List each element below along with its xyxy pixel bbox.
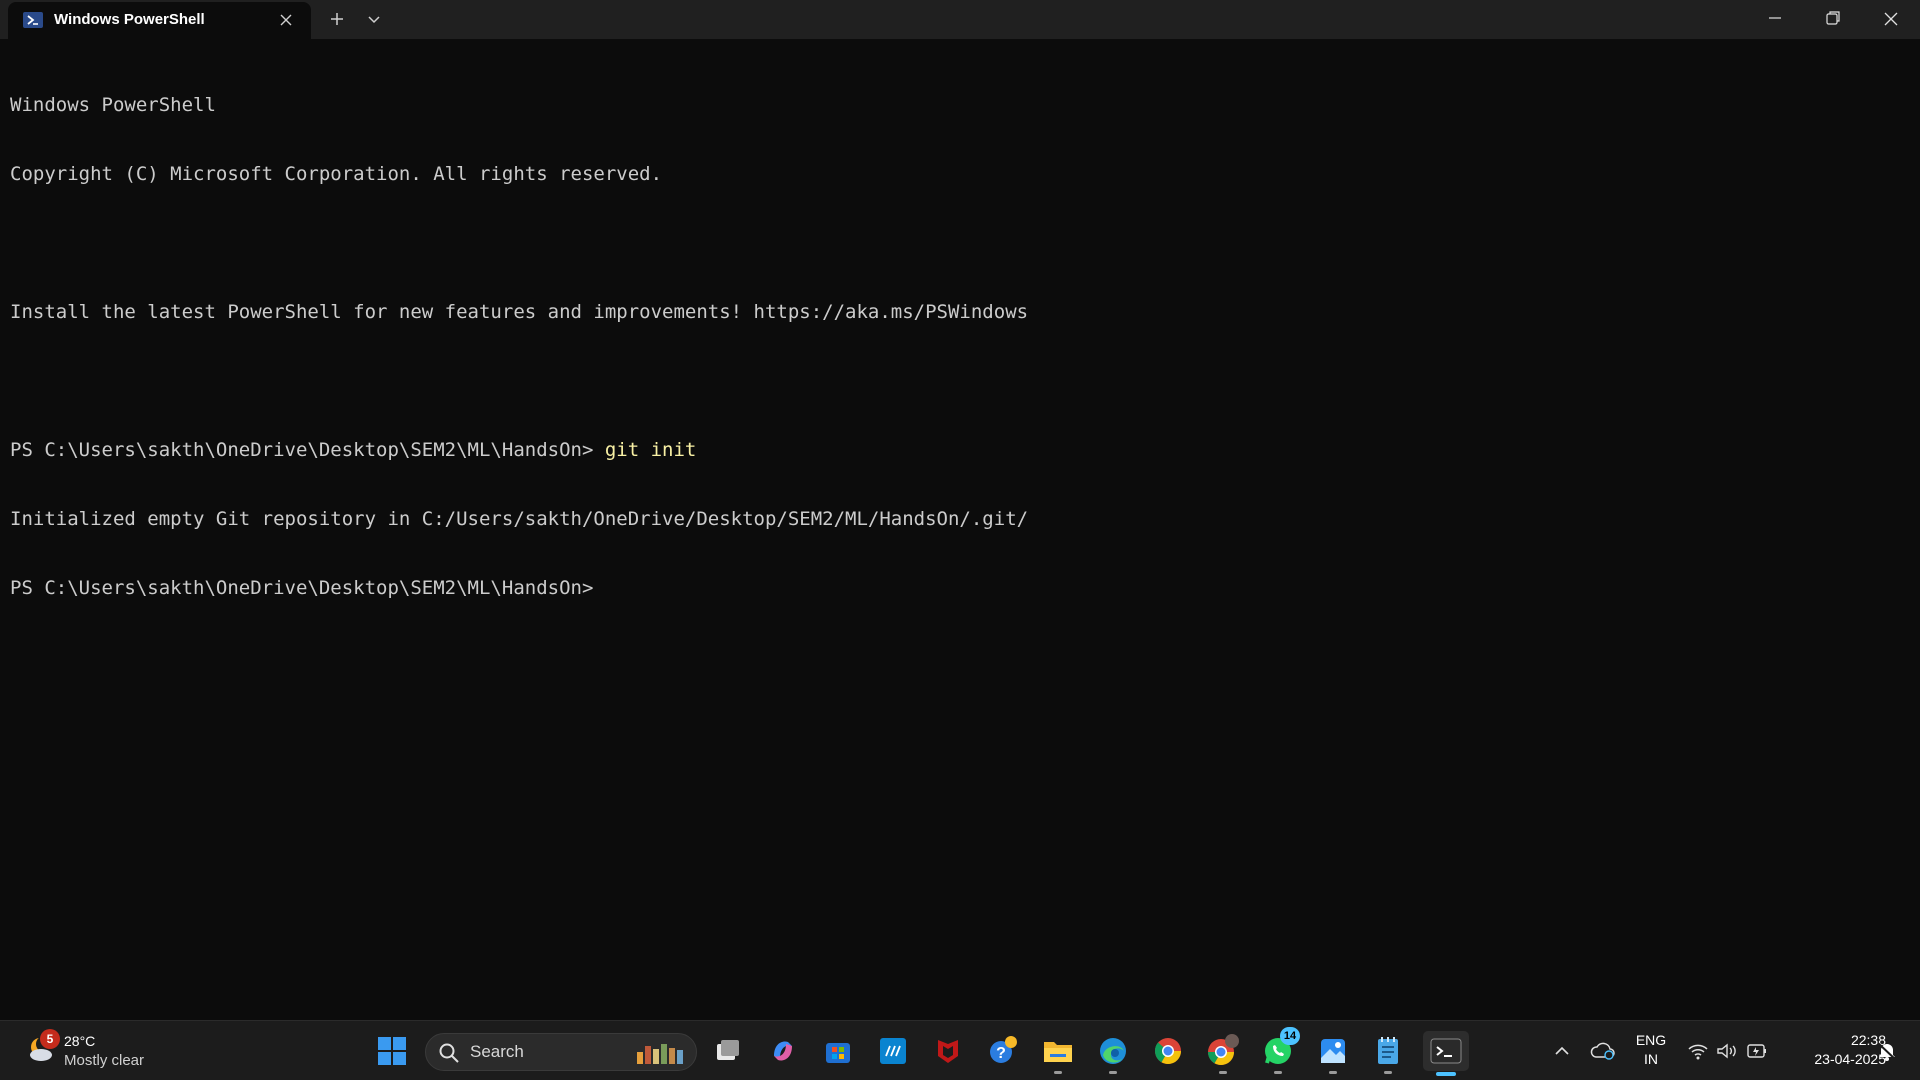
running-indicator	[1384, 1071, 1392, 1074]
copilot-button[interactable]	[763, 1031, 803, 1071]
console-line: Copyright (C) Microsoft Corporation. All…	[10, 163, 663, 185]
windows-logo-icon	[378, 1037, 406, 1065]
photos-icon	[1321, 1039, 1345, 1063]
edge-button[interactable]	[1093, 1031, 1133, 1074]
weather-widget[interactable]: 5 28°C Mostly clear	[22, 1029, 182, 1073]
time: 22:38	[1850, 1032, 1886, 1048]
whatsapp-unread-badge: 14	[1280, 1027, 1300, 1045]
chrome-icon	[1154, 1038, 1182, 1065]
console-command-line: PS C:\Users\sakth\OneDrive\Desktop\SEM2\…	[10, 439, 1910, 462]
notepad-icon	[1378, 1037, 1398, 1064]
mcafee-button[interactable]	[928, 1031, 968, 1071]
start-button[interactable]	[372, 1031, 412, 1071]
store-icon	[826, 1043, 850, 1063]
close-tab-icon[interactable]	[276, 10, 296, 30]
running-indicator	[1274, 1071, 1282, 1074]
myhp-icon	[880, 1038, 906, 1064]
battery-charging-icon	[1747, 1044, 1766, 1058]
notepad-button[interactable]	[1368, 1031, 1408, 1074]
mcafee-icon	[938, 1040, 958, 1063]
region-code: IN	[1644, 1051, 1658, 1067]
weather-temperature: 28°C	[64, 1033, 96, 1049]
notifications-button[interactable]	[1872, 1031, 1902, 1071]
whatsapp-button[interactable]: 14	[1258, 1027, 1300, 1074]
chevron-up-icon	[1555, 1046, 1569, 1055]
onedrive-cloud-icon	[1590, 1042, 1615, 1060]
terminal-button[interactable]	[1423, 1031, 1469, 1076]
console-line: Windows PowerShell	[10, 94, 216, 116]
tab-title: Windows PowerShell	[54, 11, 205, 28]
task-view-icon	[717, 1040, 739, 1060]
running-indicator	[1054, 1071, 1062, 1074]
onedrive-tray-button[interactable]	[1588, 1031, 1618, 1071]
wifi-icon	[1688, 1044, 1708, 1060]
terminal-output[interactable]: Windows PowerShell Copyright (C) Microso…	[10, 48, 1910, 1008]
language-code: ENG	[1635, 1032, 1667, 1048]
help-icon: ?	[990, 1036, 1017, 1063]
language-indicator[interactable]: ENG IN	[1627, 1031, 1675, 1069]
edge-icon	[1100, 1038, 1126, 1064]
bell-icon	[1877, 1042, 1897, 1061]
search-label: Search	[470, 1042, 524, 1061]
photos-button[interactable]	[1313, 1031, 1353, 1074]
battery-button[interactable]	[1742, 1031, 1772, 1071]
running-indicator	[1109, 1071, 1117, 1074]
show-hidden-icons-button[interactable]	[1550, 1031, 1574, 1071]
wifi-button[interactable]	[1684, 1031, 1712, 1071]
minimize-icon[interactable]	[1760, 0, 1790, 38]
tab-powershell[interactable]: Windows PowerShell	[8, 2, 311, 39]
command-text: git init	[604, 439, 697, 461]
running-indicator	[1329, 1071, 1337, 1074]
title-bar: Windows PowerShell	[0, 0, 1920, 39]
weather-alert-badge: 5	[40, 1029, 60, 1049]
powershell-icon	[23, 12, 43, 28]
file-explorer-button[interactable]	[1038, 1031, 1078, 1074]
date: 23-04-2025	[1814, 1051, 1886, 1067]
volume-button[interactable]	[1713, 1031, 1739, 1071]
restore-icon[interactable]	[1818, 0, 1848, 38]
weather-condition: Mostly clear	[64, 1052, 145, 1069]
terminal-icon	[1430, 1038, 1462, 1064]
close-window-icon[interactable]	[1876, 0, 1906, 38]
active-indicator	[1436, 1072, 1456, 1076]
get-help-button[interactable]: ?	[983, 1031, 1023, 1071]
folder-icon	[1044, 1042, 1072, 1062]
search-box[interactable]: Search	[425, 1033, 697, 1071]
clock[interactable]: 22:38 23-04-2025	[1780, 1031, 1886, 1069]
svg-text:?: ?	[996, 1045, 1006, 1062]
myhp-button[interactable]	[873, 1031, 913, 1071]
copilot-icon	[774, 1041, 792, 1061]
console-line: Install the latest PowerShell for new fe…	[10, 301, 1029, 323]
console-line: Initialized empty Git repository in C:/U…	[10, 508, 1029, 530]
search-icon	[438, 1042, 460, 1064]
chrome-profile-icon	[1207, 1034, 1239, 1066]
console-prompt-line: PS C:\Users\sakth\OneDrive\Desktop\SEM2\…	[10, 577, 594, 599]
chrome-profile-button[interactable]	[1203, 1031, 1243, 1074]
search-highlight-icon	[631, 1040, 691, 1066]
task-view-button[interactable]	[708, 1031, 748, 1071]
new-tab-plus-icon[interactable]	[325, 8, 349, 30]
chevron-down-icon[interactable]	[363, 8, 385, 30]
chrome-button[interactable]	[1148, 1031, 1188, 1071]
microsoft-store-button[interactable]	[818, 1031, 858, 1071]
taskbar: 5 28°C Mostly clear Search ? 14 ENG IN 2…	[0, 1020, 1920, 1080]
volume-icon	[1717, 1043, 1736, 1059]
prompt: PS C:\Users\sakth\OneDrive\Desktop\SEM2\…	[10, 439, 605, 461]
running-indicator	[1219, 1071, 1227, 1074]
